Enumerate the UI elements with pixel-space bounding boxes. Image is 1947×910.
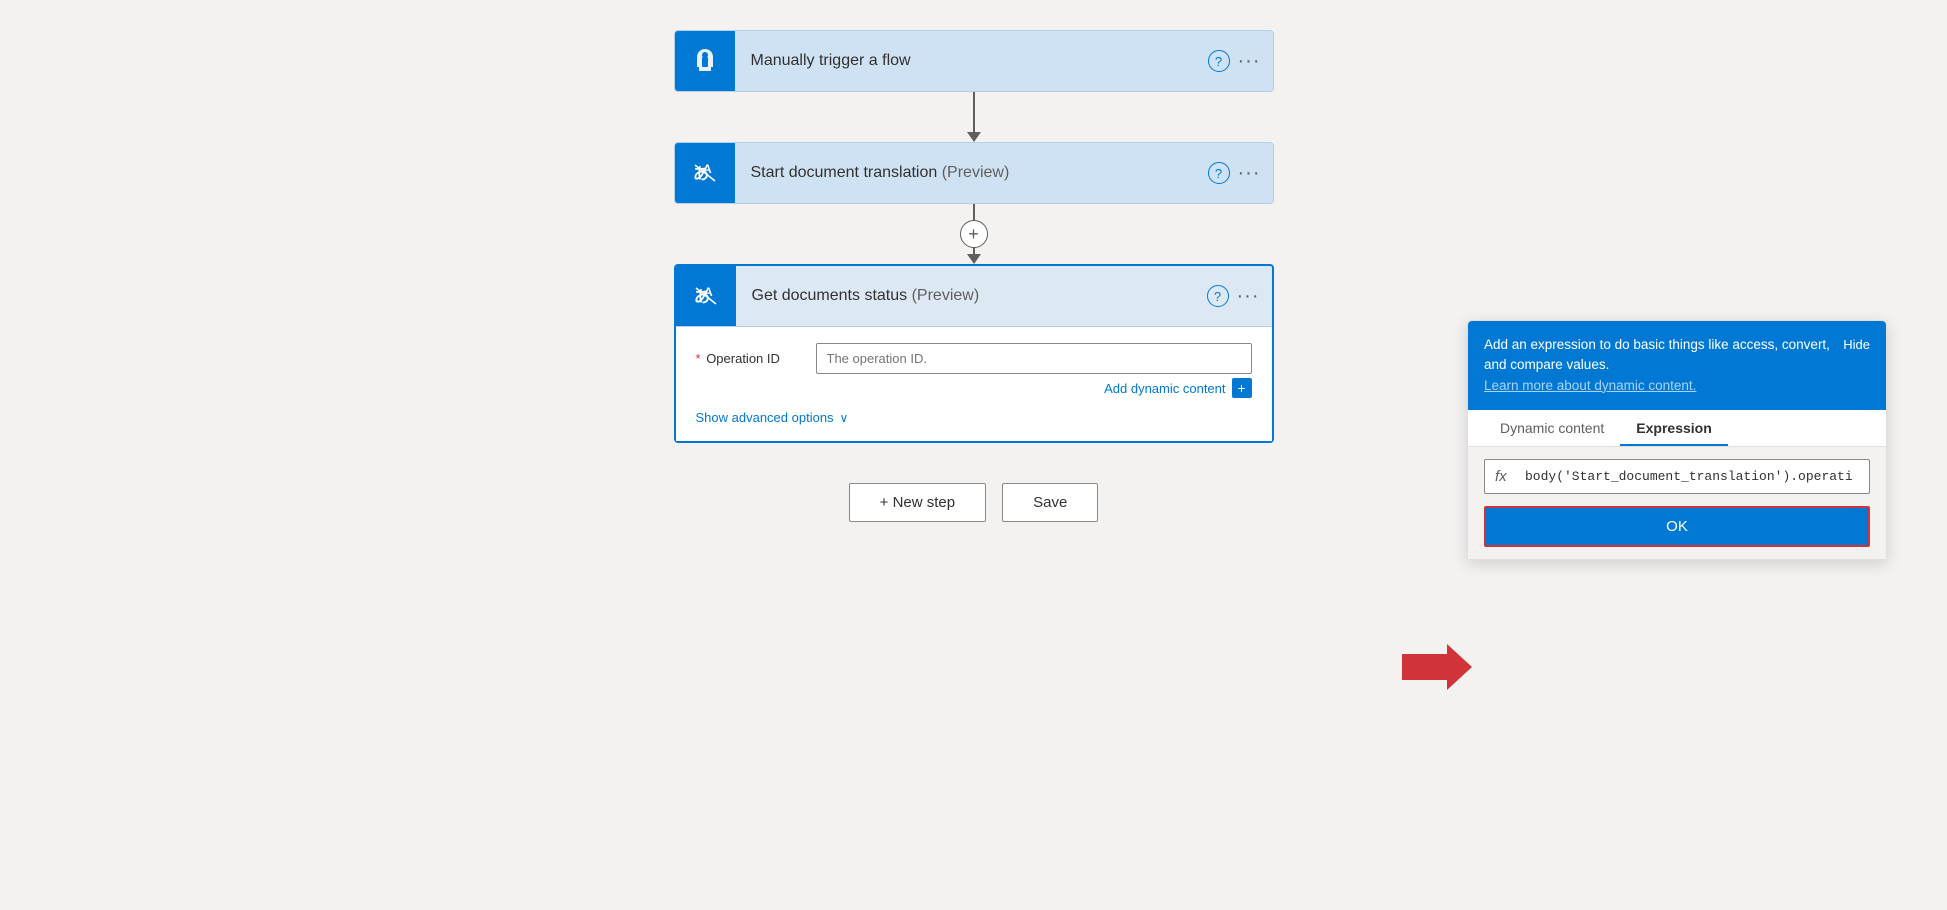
save-button[interactable]: Save (1002, 483, 1098, 522)
expression-tab[interactable]: Expression (1620, 410, 1727, 446)
operation-id-field-row: * Operation ID Add dynamic content + (696, 343, 1252, 398)
more-icon-2[interactable]: ··· (1238, 162, 1261, 185)
new-step-button[interactable]: + New step (849, 483, 986, 522)
start-doc-title: Start document translation (Preview) (735, 164, 1208, 182)
expanded-block-header: あ A Get documents status (Preview) ? ··· (676, 266, 1272, 327)
chevron-down-icon: ∨ (840, 411, 849, 425)
connector-1 (967, 92, 981, 142)
add-dynamic-row: Add dynamic content + (816, 378, 1252, 398)
operation-id-input-wrap: Add dynamic content + (816, 343, 1252, 398)
more-icon[interactable]: ··· (1238, 50, 1261, 73)
dynamic-panel-tabs: Dynamic content Expression (1468, 410, 1886, 447)
dynamic-panel-header: Add an expression to do basic things lik… (1468, 321, 1886, 410)
learn-more-link[interactable]: Learn more about dynamic content. (1484, 378, 1696, 393)
ok-button-wrap: OK (1484, 506, 1870, 547)
bottom-buttons: + New step Save (849, 483, 1099, 522)
svg-text:A: A (703, 162, 712, 176)
expression-text: body('Start_document_translation').opera… (1525, 469, 1853, 484)
help-icon-2[interactable]: ? (1208, 162, 1230, 184)
dynamic-panel-body: fx body('Start_document_translation').op… (1468, 447, 1886, 559)
required-star: * (696, 351, 701, 366)
translate-icon-2: あ A (676, 266, 736, 326)
svg-text:A: A (704, 285, 713, 299)
block-actions-2: ? ··· (1208, 162, 1273, 185)
translate-icon-1: あ A (675, 143, 735, 203)
more-icon-3[interactable]: ··· (1237, 285, 1260, 308)
add-dynamic-plus-button[interactable]: + (1232, 378, 1252, 398)
help-icon-3[interactable]: ? (1207, 285, 1229, 307)
dynamic-content-panel: Add an expression to do basic things lik… (1467, 320, 1887, 560)
dynamic-panel-header-text: Add an expression to do basic things lik… (1484, 335, 1843, 396)
dynamic-content-tab[interactable]: Dynamic content (1484, 410, 1620, 446)
show-advanced-options[interactable]: Show advanced options ∨ (696, 410, 1252, 425)
expression-input-row: fx body('Start_document_translation').op… (1484, 459, 1870, 494)
start-doc-translation-block[interactable]: あ A Start document translation (Preview)… (674, 142, 1274, 204)
block-actions: ? ··· (1208, 50, 1273, 73)
connector-2: + (967, 204, 981, 264)
operation-id-label: * Operation ID (696, 343, 816, 366)
help-icon[interactable]: ? (1208, 50, 1230, 72)
manually-trigger-block[interactable]: Manually trigger a flow ? ··· (674, 30, 1274, 92)
get-doc-status-title: Get documents status (Preview) (736, 287, 1207, 305)
expanded-block-body: * Operation ID Add dynamic content + Sho… (676, 327, 1272, 441)
add-dynamic-link[interactable]: Add dynamic content (1104, 381, 1225, 396)
add-step-button[interactable]: + (960, 220, 988, 248)
operation-id-input[interactable] (816, 343, 1252, 374)
fx-icon: fx (1495, 468, 1515, 485)
get-documents-status-block[interactable]: あ A Get documents status (Preview) ? ···… (674, 264, 1274, 443)
trigger-icon (675, 31, 735, 91)
manually-trigger-title: Manually trigger a flow (735, 52, 1208, 70)
block-actions-3: ? ··· (1207, 285, 1272, 308)
hide-panel-link[interactable]: Hide (1843, 335, 1870, 355)
red-arrow-indicator (1402, 642, 1472, 695)
ok-button[interactable]: OK (1484, 506, 1870, 547)
